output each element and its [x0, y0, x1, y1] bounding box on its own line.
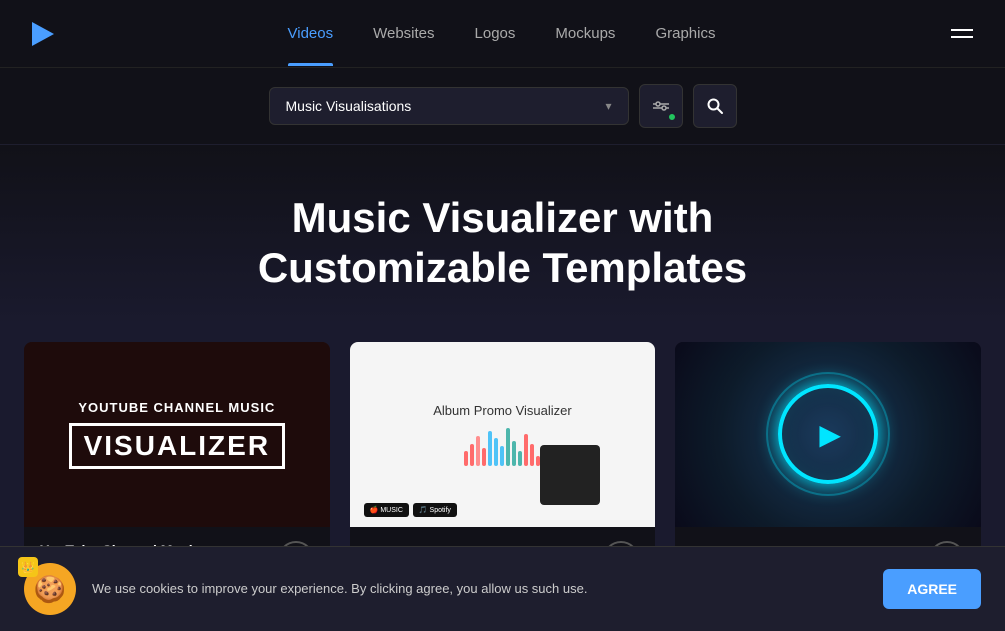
filter-icon [652, 97, 670, 115]
card-3-thumbnail: ▶ [675, 342, 981, 527]
card-1-overlay-line2: VISUALIZER [69, 423, 285, 469]
nav-item-logos[interactable]: Logos [455, 1, 536, 66]
hero-section: Music Visualizer with Customizable Templ… [0, 145, 1005, 326]
bass-play-icon: ▶ [819, 418, 841, 451]
card-2-waveform [464, 426, 540, 466]
nav-item-websites[interactable]: Websites [353, 1, 454, 66]
cookie-agree-button[interactable]: AGREE [883, 569, 981, 609]
filter-button[interactable] [639, 84, 683, 128]
card-1-overlay: YouTube Channel Music VISUALIZER [24, 342, 330, 527]
cookie-text: We use cookies to improve your experienc… [92, 579, 587, 599]
bass-ring: ▶ [778, 384, 878, 484]
header: Videos Websites Logos Mockups Graphics [0, 0, 1005, 68]
card-3-image: ▶ [675, 342, 981, 527]
apple-music-badge: 🍎 MUSIC [364, 503, 409, 517]
search-bar: Music Visualisations ▾ [0, 68, 1005, 145]
card-2-thumbnail: Album Promo Visualizer [350, 342, 656, 527]
cookie-left: 👑 🍪 We use cookies to improve your exper… [24, 563, 587, 615]
hero-title: Music Visualizer with Customizable Templ… [153, 193, 853, 294]
search-icon [706, 97, 724, 115]
crown-badge: 👑 [18, 557, 38, 577]
logo[interactable] [24, 16, 60, 52]
nav-item-videos[interactable]: Videos [268, 1, 354, 66]
main-nav: Videos Websites Logos Mockups Graphics [268, 1, 736, 66]
spotify-badge: 🎵 Spotify [413, 503, 457, 517]
card-2-album-title: Album Promo Visualizer [433, 403, 571, 418]
search-button[interactable] [693, 84, 737, 128]
cookie-icon-wrap: 👑 🍪 [24, 563, 76, 615]
category-dropdown[interactable]: Music Visualisations ▾ [269, 87, 629, 125]
card-2-store-badges: 🍎 MUSIC 🎵 Spotify [364, 503, 457, 517]
nav-item-mockups[interactable]: Mockups [535, 1, 635, 66]
card-2-album-cover [540, 445, 600, 505]
dropdown-value: Music Visualisations [286, 98, 412, 114]
card-1-image: YouTube Channel Music VISUALIZER [24, 342, 330, 527]
nav-item-graphics[interactable]: Graphics [635, 1, 735, 66]
card-1-overlay-line1: YouTube Channel Music [78, 400, 275, 415]
hamburger-menu[interactable] [943, 21, 981, 46]
filter-active-dot [668, 113, 676, 121]
card-1-thumbnail: YouTube Channel Music VISUALIZER [24, 342, 330, 527]
card-2-image: Album Promo Visualizer [350, 342, 656, 527]
cookie-banner: 👑 🍪 We use cookies to improve your exper… [0, 546, 1005, 631]
logo-icon [24, 16, 60, 52]
chevron-down-icon: ▾ [605, 99, 611, 113]
